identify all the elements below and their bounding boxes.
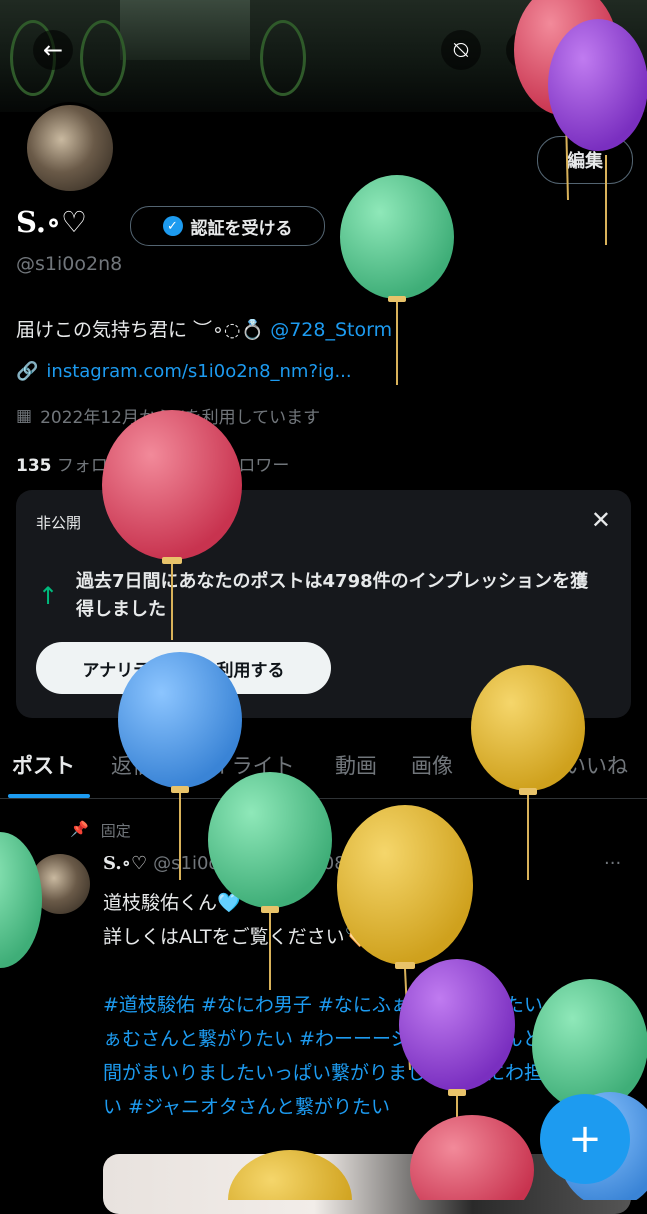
- balloon-green: [340, 175, 454, 385]
- balloon-red: [102, 410, 242, 640]
- balloon-purple: [548, 19, 647, 245]
- balloon-green: [208, 772, 332, 990]
- balloon-yellow: [471, 665, 585, 880]
- balloon-green: [0, 832, 42, 968]
- balloon-green: [532, 979, 647, 1111]
- balloon-overlay: [0, 0, 647, 1200]
- compose-post-button[interactable]: +: [540, 1094, 630, 1184]
- balloon-yellow: [228, 1150, 352, 1200]
- balloon-red: [410, 1115, 534, 1200]
